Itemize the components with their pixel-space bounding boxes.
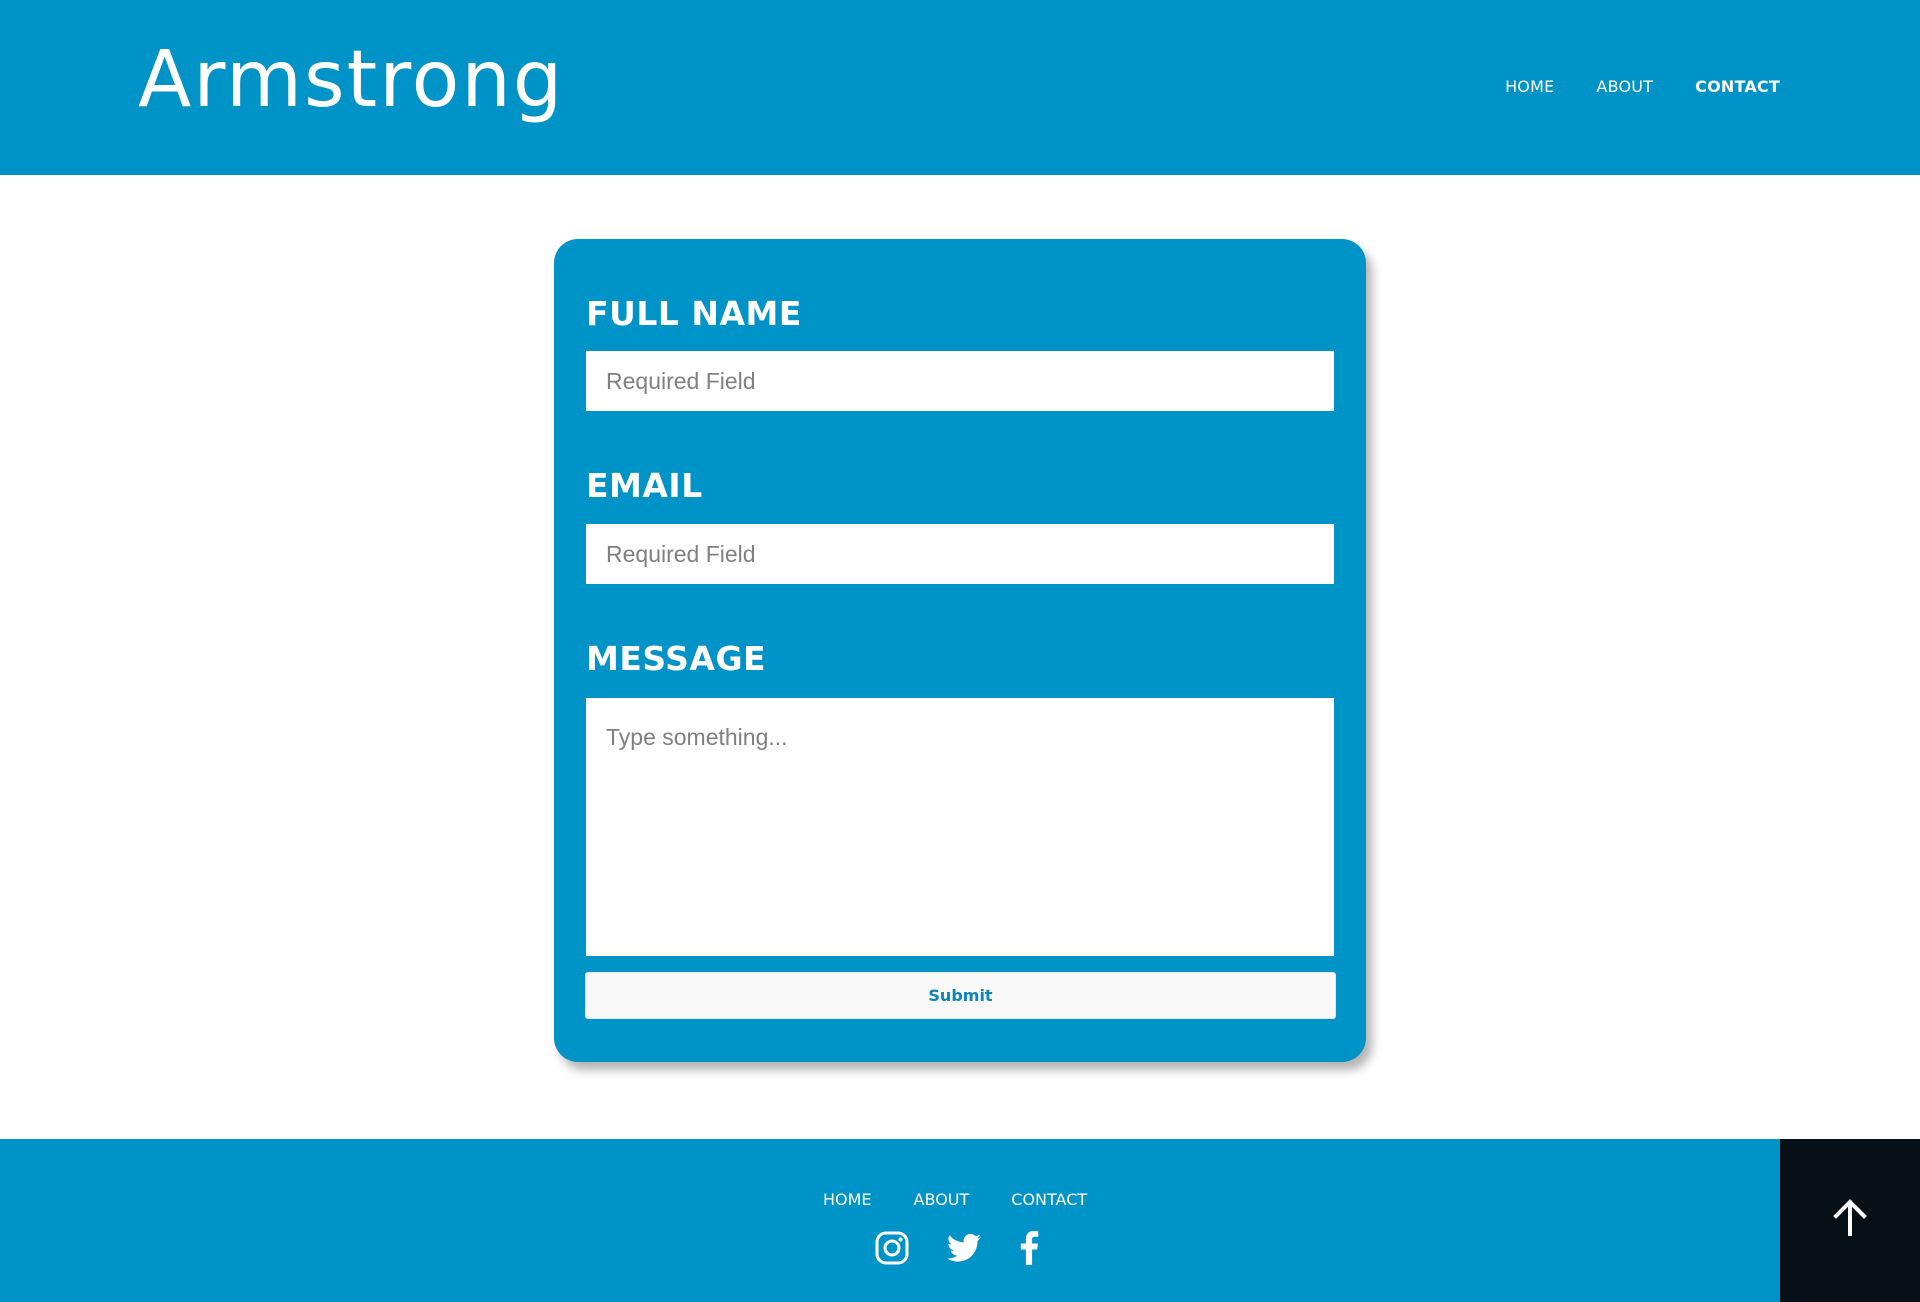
site-logo[interactable]: Armstrong bbox=[138, 30, 564, 130]
message-textarea[interactable] bbox=[586, 698, 1334, 956]
site-header: Armstrong HOME ABOUT CONTACT bbox=[0, 0, 1920, 175]
nav-link-home[interactable]: HOME bbox=[1505, 77, 1554, 96]
site-footer: HOME ABOUT CONTACT bbox=[0, 1139, 1920, 1302]
back-to-top-button[interactable] bbox=[1780, 1139, 1920, 1302]
message-label: MESSAGE bbox=[586, 639, 767, 678]
email-input[interactable] bbox=[586, 524, 1334, 584]
arrow-up-icon bbox=[1831, 1199, 1869, 1242]
nav-link-about[interactable]: ABOUT bbox=[1596, 77, 1653, 96]
nav-link-contact[interactable]: CONTACT bbox=[1695, 77, 1780, 96]
facebook-icon[interactable] bbox=[1019, 1231, 1039, 1270]
submit-button[interactable]: Submit bbox=[585, 972, 1336, 1019]
main-nav: HOME ABOUT CONTACT bbox=[1505, 77, 1780, 96]
social-links bbox=[875, 1231, 1039, 1270]
full-name-label: FULL NAME bbox=[586, 294, 802, 333]
email-label: EMAIL bbox=[586, 466, 703, 505]
full-name-input[interactable] bbox=[586, 351, 1334, 411]
footer-link-home[interactable]: HOME bbox=[823, 1190, 872, 1209]
footer-nav: HOME ABOUT CONTACT bbox=[823, 1190, 1087, 1209]
instagram-icon[interactable] bbox=[875, 1231, 909, 1270]
contact-form: FULL NAME EMAIL MESSAGE Submit bbox=[554, 239, 1366, 1062]
twitter-icon[interactable] bbox=[947, 1233, 981, 1268]
footer-link-about[interactable]: ABOUT bbox=[914, 1190, 970, 1209]
footer-link-contact[interactable]: CONTACT bbox=[1011, 1190, 1087, 1209]
